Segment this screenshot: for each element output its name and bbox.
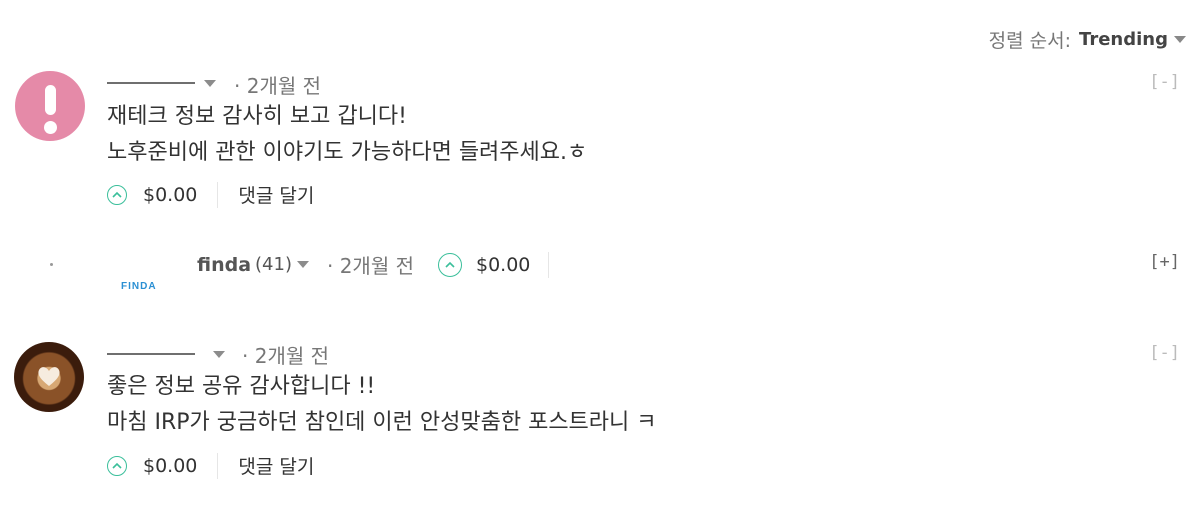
comment-body: 좋은 정보 공유 감사합니다 !! 마침 IRP가 궁금하던 참인데 이런 안성… [107,369,657,441]
exclamation-icon [45,85,56,115]
author-menu-chevron-icon[interactable] [213,351,225,358]
divider [217,452,219,479]
sort-label: 정렬 순서: [988,30,1072,52]
comment-header: finda (41) · 2개월 전 $0.00 [197,250,550,279]
reply-button[interactable]: 댓글 달기 [238,181,314,208]
finda-logo[interactable]: FINDA [121,281,157,292]
comment-time[interactable]: · 2개월 전 [242,340,329,369]
comment-time[interactable]: · 2개월 전 [234,70,321,99]
author-reputation: (41) [255,254,292,275]
collapse-toggle[interactable]: [-] [1149,72,1180,92]
avatar[interactable] [15,71,85,141]
payout-value[interactable]: $0.00 [476,254,530,276]
sort-control[interactable]: 정렬 순서: Trending [989,26,1186,53]
payout-value[interactable]: $0.00 [143,184,197,206]
comment-actions: $0.00 댓글 달기 [107,181,314,208]
comment-body: 재테크 정보 감사히 보고 갑니다! 노후준비에 관한 이야기도 가능하다면 들… [107,99,587,171]
divider [217,181,219,208]
comment-line: 좋은 정보 공유 감사합니다 !! [107,374,376,399]
sort-value[interactable]: Trending [1079,29,1168,50]
author-name-redacted[interactable] [107,353,195,355]
latte-heart-icon [38,367,60,386]
payout-value[interactable]: $0.00 [143,455,197,477]
author-menu-chevron-icon[interactable] [296,261,309,268]
upvote-icon[interactable] [107,184,127,205]
comment-line: 재테크 정보 감사히 보고 갑니다! [107,104,407,129]
chevron-down-icon [1174,36,1186,43]
thread-dot [50,263,53,266]
comment-line: 노후준비에 관한 이야기도 가능하다면 들려주세요.ㅎ [107,140,588,165]
upvote-icon[interactable] [107,455,127,476]
author-menu-chevron-icon[interactable] [204,80,216,87]
author-name-redacted[interactable] [107,82,195,84]
reply-button[interactable]: 댓글 달기 [238,452,314,479]
author-name[interactable]: finda [197,254,251,276]
comment-time[interactable]: · 2개월 전 [327,250,414,279]
avatar[interactable] [14,342,84,412]
collapse-toggle[interactable]: [-] [1149,343,1180,363]
comment-line: 마침 IRP가 궁금하던 참인데 이런 안성맞춤한 포스트라니 ㅋ [107,410,657,435]
expand-toggle[interactable]: [+] [1149,252,1180,272]
upvote-icon[interactable] [438,252,462,277]
comment-actions: $0.00 댓글 달기 [107,452,314,479]
divider [548,251,550,278]
